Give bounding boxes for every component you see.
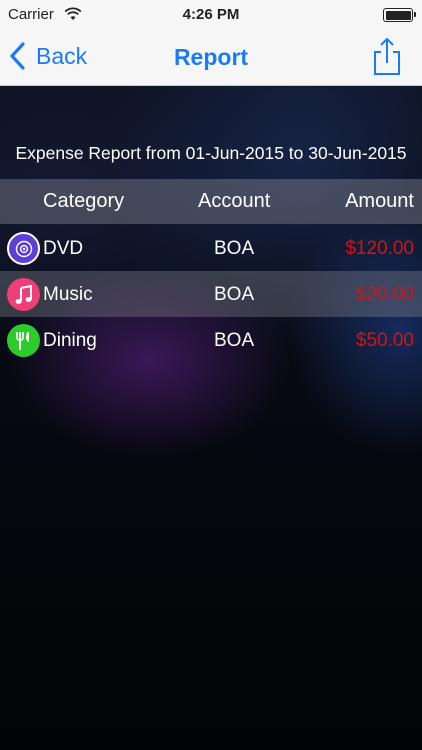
row-account: BOA <box>214 238 255 259</box>
header-amount: Amount <box>345 190 414 212</box>
status-time: 4:26 PM <box>182 6 240 23</box>
header-account: Account <box>198 190 271 212</box>
table-header: Category Account Amount <box>0 179 422 224</box>
fork-knife-icon <box>7 324 40 357</box>
top-bar: Carrier 4:26 PM Back Report <box>0 0 422 86</box>
screen: Carrier 4:26 PM Back Report Expense Repo… <box>0 0 422 750</box>
row-amount: $50.00 <box>355 330 414 351</box>
battery-icon <box>383 8 416 22</box>
row-amount: $120.00 <box>345 238 414 259</box>
row-category: DVD <box>43 238 84 259</box>
navigation-bar: Back Report <box>0 30 422 86</box>
report-title: Expense Report from 01-Jun-2015 to 30-Ju… <box>15 143 407 163</box>
table-row[interactable]: Dining BOA $50.00 <box>0 317 422 363</box>
dvd-icon <box>7 232 40 265</box>
header-category: Category <box>43 190 125 212</box>
music-note-icon <box>7 278 40 311</box>
table-row[interactable]: Music BOA $20.00 <box>0 271 422 317</box>
row-category: Dining <box>43 330 97 351</box>
table-row[interactable]: DVD BOA $120.00 <box>0 225 422 271</box>
row-amount: $20.00 <box>355 284 414 305</box>
row-account: BOA <box>214 330 255 351</box>
page-title: Report <box>173 44 249 70</box>
share-icon[interactable] <box>372 36 402 76</box>
row-category: Music <box>43 284 93 305</box>
status-bar: Carrier 4:26 PM <box>0 0 422 30</box>
row-account: BOA <box>214 284 255 305</box>
